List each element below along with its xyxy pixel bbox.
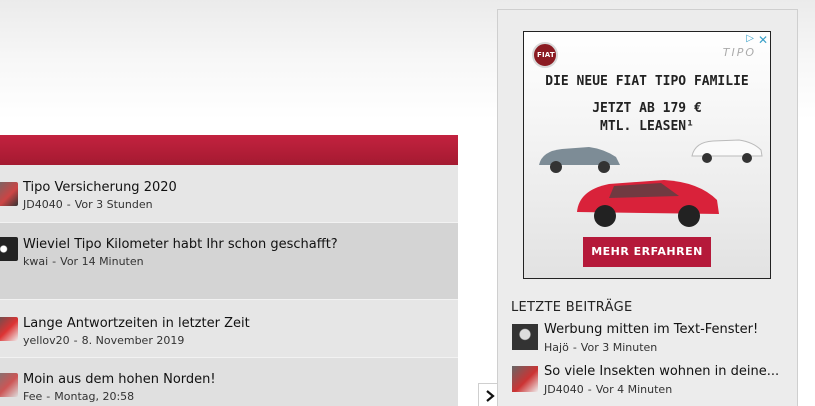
user-avatar [512,366,538,392]
fiat-logo-text: FIAT [537,51,555,59]
car-image [577,180,719,227]
meta-separator: - [73,334,78,347]
meta-separator: - [66,198,71,211]
thread-title[interactable]: Tipo Versicherung 2020 [23,180,177,195]
thread-title[interactable]: Lange Antwortzeiten in letzter Zeit [23,316,250,331]
thread-time: Vor 3 Stunden [74,198,153,211]
meta-separator: - [52,255,57,268]
recent-posts-heading: LETZTE BEITRÄGE [511,300,633,315]
recent-post-title[interactable]: So viele Insekten wohnen in deine... [544,364,779,379]
close-icon[interactable]: ✕ [758,33,768,47]
advertisement[interactable]: ▷ ✕ FIAT TIPO DIE NEUE FIAT TIPO FAMILIE… [523,31,771,279]
meta-separator: - [572,341,577,354]
thread-row[interactable]: Wieviel Tipo Kilometer habt Ihr schon ge… [0,223,458,300]
user-avatar [0,237,18,261]
thread-list-header [0,135,458,165]
thread-author[interactable]: kwai [23,255,48,268]
ad-brand-text: TIPO [722,46,756,59]
thread-title[interactable]: Wieviel Tipo Kilometer habt Ihr schon ge… [23,237,338,252]
meta-separator: - [587,383,592,396]
recent-post-meta: JD4040- Vor 4 Minuten [544,383,672,396]
ad-price: JETZT AB 179 € MTL. LEASEN¹ [524,100,770,136]
thread-meta: yellov20-8. November 2019 [23,334,184,347]
thread-time: 8. November 2019 [81,334,185,347]
recent-post-time: Vor 3 Minuten [580,341,658,354]
recent-post-time: Vor 4 Minuten [595,383,673,396]
thread-author[interactable]: JD4040 [23,198,63,211]
thread-row[interactable]: Moin aus dem hohen Norden! Fee - Montag, 2… [0,358,458,406]
user-avatar [0,317,18,341]
ad-headline: DIE NEUE FIAT TIPO FAMILIE [545,74,749,89]
thread-author[interactable]: Fee [23,390,42,403]
thread-meta: kwai - Vor 14 Minuten [23,255,144,268]
recent-post-title[interactable]: Werbung mitten im Text-Fenster! [544,322,758,337]
recent-post-author[interactable]: Hajö [544,341,569,354]
thread-author[interactable]: yellov20 [23,334,70,347]
recent-post-author[interactable]: JD4040 [544,383,584,396]
ad-cta-button[interactable]: MEHR ERFAHREN [583,237,711,267]
adchoices-icon[interactable]: ▷ [746,33,754,44]
thread-list-panel: Tipo Versicherung 2020 JD4040- Vor 3 Stun… [0,135,458,406]
thread-meta: Fee - Montag, 20:58 [23,390,134,403]
recent-post-meta: Hajö - Vor 3 Minuten [544,341,657,354]
fiat-logo: FIAT [532,42,558,68]
chevron-right-icon [485,390,495,402]
thread-title[interactable]: Moin aus dem hohen Norden! [23,372,216,387]
thread-row[interactable]: Tipo Versicherung 2020 JD4040- Vor 3 Stun… [0,165,458,223]
user-avatar [512,324,538,350]
meta-separator: - [46,390,51,403]
user-avatar [0,182,18,206]
thread-time: Montag, 20:58 [54,390,135,403]
sidebar: ▷ ✕ FIAT TIPO DIE NEUE FIAT TIPO FAMILIE… [497,9,798,406]
user-avatar [0,373,18,397]
thread-row[interactable]: Lange Antwortzeiten in letzter Zeit yell… [0,300,458,358]
ad-price-line: JETZT AB 179 € [592,101,702,116]
thread-time: Vor 14 Minuten [60,255,144,268]
thread-meta: JD4040- Vor 3 Stunden [23,198,153,211]
